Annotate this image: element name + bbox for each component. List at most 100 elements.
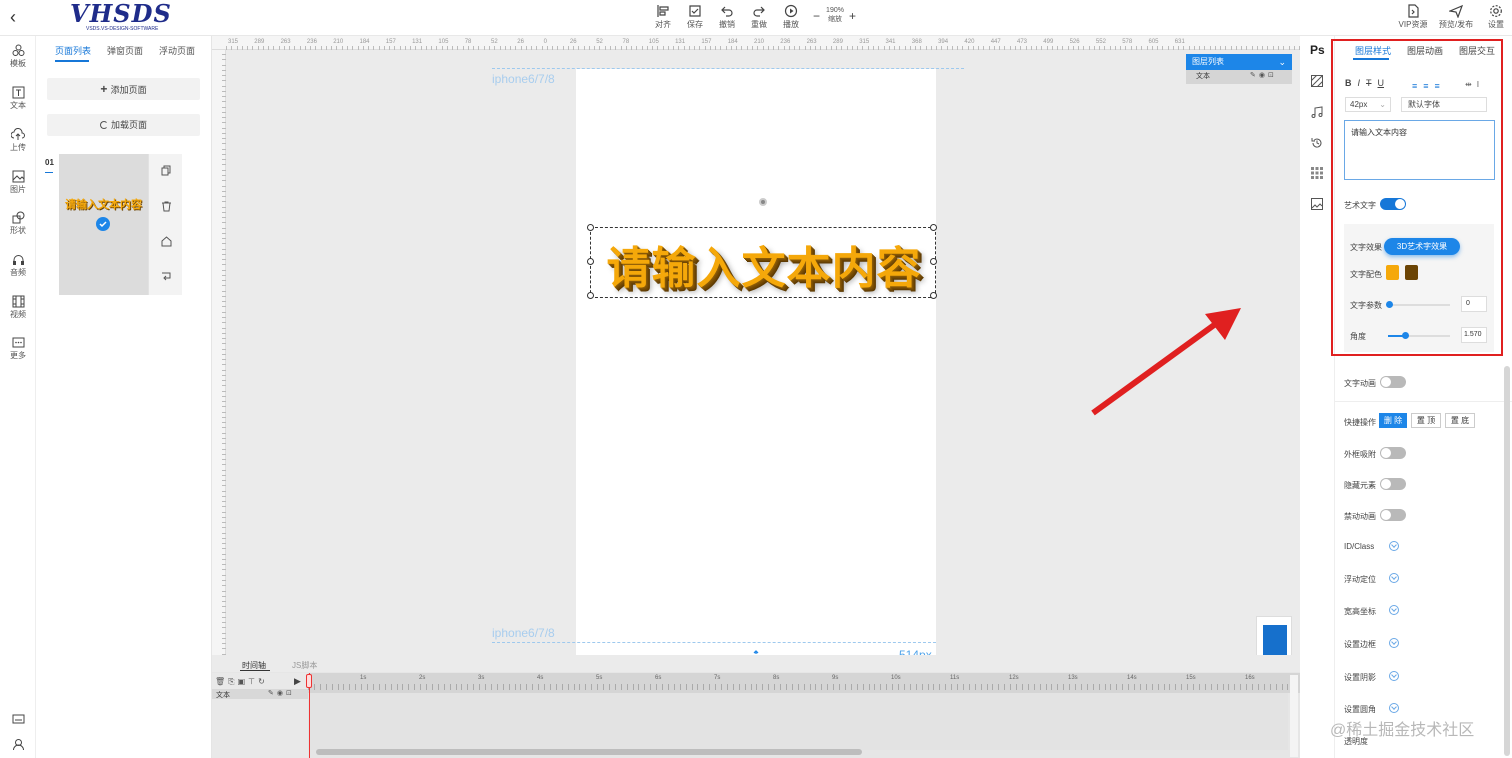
hide-element-toggle[interactable] [1380,478,1406,490]
trash-icon[interactable]: 🗑 [215,677,228,686]
add-page-button[interactable]: + 添加页面 [47,78,200,100]
timeline-vscroll[interactable] [1290,675,1298,757]
home-icon[interactable] [161,236,172,247]
back-button[interactable]: ‹ [10,8,16,26]
music-icon[interactable] [1311,106,1323,118]
timeline-tick [437,684,439,690]
settings-button[interactable]: 设置 [1482,4,1510,30]
layer-list-header[interactable]: 图层列表 ⌄ [1186,54,1292,70]
save-button[interactable]: 保存 [680,4,710,30]
copy-icon[interactable] [161,165,172,176]
zoom-out-button[interactable]: − [813,9,820,23]
tab-floating-pages[interactable]: 浮动页面 [159,44,195,57]
ruler-tick [252,46,254,50]
ruler-tick [222,322,226,324]
text-animation-toggle[interactable] [1380,376,1406,388]
selected-text-element[interactable]: 请输入文本内容 [587,224,937,299]
ruler-number: 105 [648,39,659,45]
resize-handle-ne[interactable] [930,224,937,231]
timeline-scale[interactable]: 1s 2s 3s 4s 5s 6s 7s 8s 9s 10s 11s 12s 13s 14s 15s 16s [308,673,1300,693]
rotate-handle[interactable] [759,198,767,206]
rail-more[interactable]: 更多 [0,336,36,361]
size-coords-chevron-icon[interactable] [1389,605,1399,615]
rail-templates[interactable]: 模板 [0,44,36,69]
ruler-tick [222,416,226,418]
load-page-button[interactable]: 加载页面 [47,114,200,136]
keyboard-button[interactable] [0,713,36,726]
timeline-lane[interactable] [308,693,1288,750]
page-canvas[interactable] [576,69,936,669]
layer-item-actions[interactable]: ✎◉⊡ [1250,71,1277,79]
timeline-tick [945,684,947,690]
ruler-tick [357,46,359,50]
ruler-tick [222,643,226,645]
ruler-tick [320,46,322,50]
snap-frame-toggle[interactable] [1380,447,1406,459]
rail-video[interactable]: 视频 [0,295,36,320]
rail-images[interactable]: 图片 [0,170,36,195]
resize-handle-sw[interactable] [587,292,594,299]
rail-shapes[interactable]: 形状 [0,211,36,236]
vip-button[interactable]: VIP资源 [1396,4,1430,30]
bring-to-top-button[interactable]: 置 顶 [1411,413,1441,428]
lock-icon[interactable]: ⊡ [1268,72,1277,79]
rail-audio[interactable]: 音频 [0,253,36,278]
texture-icon[interactable] [1311,75,1323,87]
split-icon[interactable]: ⊤ [248,677,258,686]
border-chevron-icon[interactable] [1389,638,1399,648]
zoom-in-button[interactable]: + [849,9,856,23]
preview-publish-button[interactable]: 预览/发布 [1436,4,1476,30]
select-icon[interactable]: ▣ [238,677,249,686]
send-to-bottom-button[interactable]: 置 底 [1445,413,1475,428]
radius-chevron-icon[interactable] [1389,703,1399,713]
resize-handle-se[interactable] [930,292,937,299]
props-scrollbar[interactable] [1504,366,1510,756]
refresh-icon[interactable]: ↻ [258,677,268,686]
trash-icon[interactable] [161,201,172,212]
tab-page-list[interactable]: 页面列表 [55,44,91,57]
play-button[interactable]: 播放 [776,4,806,30]
ruler-tick [1204,46,1206,50]
user-button[interactable] [0,738,36,752]
tab-js-script[interactable]: JS脚本 [292,660,317,671]
disable-animation-toggle[interactable] [1380,509,1406,521]
resize-handle-nw[interactable] [587,224,594,231]
history-icon[interactable] [1311,137,1323,149]
ruler-tick [441,46,443,50]
redo-button[interactable]: 重做 [744,4,774,30]
grid-icon[interactable] [1311,167,1323,179]
ruler-tick [594,46,596,50]
layer-item-text[interactable]: 文本 [1196,71,1210,81]
rail-text[interactable]: 文本 [0,86,36,111]
page-thumbnail[interactable]: 请输入文本内容 [59,154,148,295]
art-text[interactable]: 请输入文本内容 [593,232,935,296]
ruler-tick [222,411,226,413]
timeline-scrollbar[interactable] [316,749,862,755]
resize-handle-e[interactable] [930,258,937,265]
copy-icon[interactable]: ⎘ [228,677,237,686]
tab-popup-pages[interactable]: 弹窗页面 [107,44,143,57]
timeline-controls[interactable]: 🗑⎘▣⊤↻ [215,677,268,687]
timeline-tick [1246,684,1248,690]
edit-icon[interactable]: ✎ [1250,72,1259,79]
track-actions[interactable]: ✎◉⊡ [268,689,295,697]
track-row[interactable]: 文本 ✎◉⊡ [212,689,308,699]
picture-icon[interactable] [1311,198,1323,210]
id-class-chevron-icon[interactable] [1389,541,1399,551]
shadow-chevron-icon[interactable] [1389,671,1399,681]
resize-handle-w[interactable] [587,258,594,265]
eye-icon[interactable]: ◉ [1259,72,1268,79]
ruler-tick [378,46,380,50]
playhead-handle[interactable] [306,674,312,688]
delete-button[interactable]: 删 除 [1379,413,1407,428]
reply-icon[interactable] [161,271,172,282]
timeline-tick [1287,684,1289,690]
rail-upload[interactable]: 上传 [0,128,36,153]
undo-button[interactable]: 撤销 [712,4,742,30]
ruler-tick [499,46,501,50]
float-position-chevron-icon[interactable] [1389,573,1399,583]
timeline-play-icon[interactable]: ▶ [294,676,301,687]
ruler-tick [325,46,327,50]
align-button[interactable]: 对齐 [648,4,678,30]
photoshop-button[interactable]: Ps [1310,43,1325,57]
